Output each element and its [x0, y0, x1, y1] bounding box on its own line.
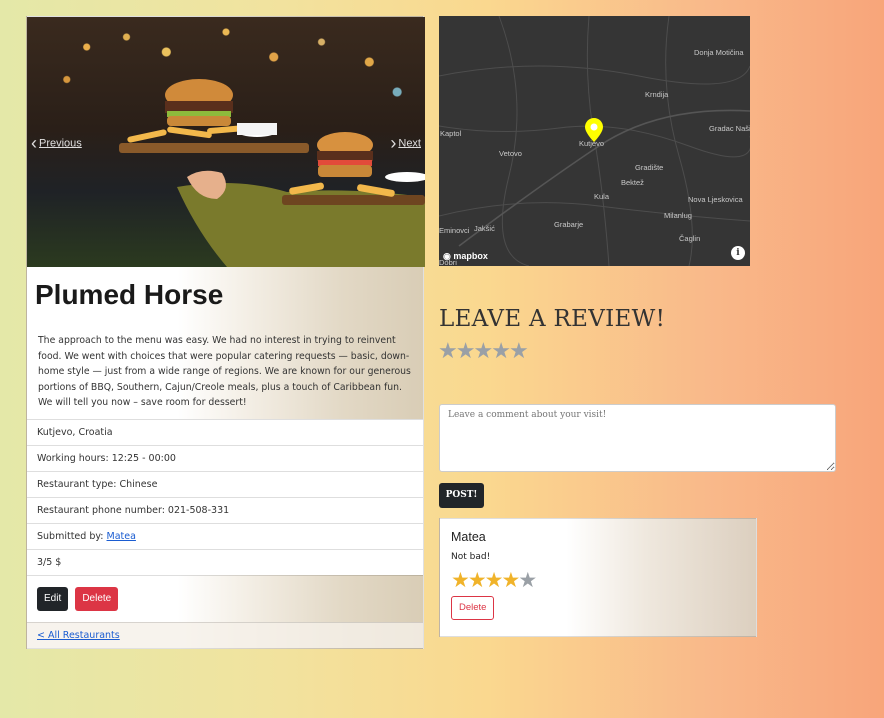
restaurant-working-hours: Working hours: 12:25 - 00:00	[27, 444, 423, 471]
chevron-right-icon: ›	[390, 133, 397, 153]
submitted-by-prefix: Submitted by:	[37, 530, 107, 542]
restaurant-description: The approach to the menu was easy. We ha…	[38, 335, 411, 408]
card-actions: Edit Delete	[27, 574, 423, 622]
mapbox-logo: ◉ mapbox	[443, 251, 488, 262]
map-label: Milanlug	[664, 211, 692, 220]
carousel-next-button[interactable]: › Next	[390, 133, 421, 154]
map-label: Gradište	[635, 163, 664, 172]
star-icon[interactable]: ★	[456, 339, 476, 364]
comment-input[interactable]	[439, 404, 836, 472]
image-carousel: ‹ Previous › Next	[27, 17, 425, 267]
map-label: Eminovci	[439, 226, 470, 235]
star-icon[interactable]: ★	[438, 339, 458, 364]
all-restaurants-link[interactable]: < All Restaurants	[37, 630, 120, 641]
review-author: Matea	[451, 530, 486, 544]
star-filled-icon: ★	[451, 568, 470, 592]
rating-input[interactable]: ★★★★★	[438, 339, 529, 364]
restaurant-photo	[119, 79, 425, 267]
restaurant-phone: Restaurant phone number: 021-508-331	[27, 496, 423, 523]
map-label: Čaglin	[679, 234, 701, 243]
review-heading: LEAVE A REVIEW!	[439, 306, 666, 332]
mapbox-brand-label: mapbox	[453, 251, 488, 261]
location-pin-icon[interactable]	[585, 118, 603, 142]
mapbox-brand-icon: ◉	[443, 251, 454, 261]
review-card: Matea Not bad! ★★★★★ Delete	[439, 518, 757, 637]
submitted-by-user-link[interactable]: Matea	[107, 531, 136, 542]
map-label: Krndija	[645, 90, 669, 99]
map-label: Nova Ljeskovica	[688, 195, 743, 204]
star-icon[interactable]: ★	[473, 339, 493, 364]
card-footer: < All Restaurants	[27, 621, 423, 648]
restaurant-submitted-by: Submitted by: Matea	[27, 522, 423, 549]
map-label: Grabarje	[554, 220, 584, 229]
review-text: Not bad!	[451, 552, 491, 562]
restaurant-price: 3/5 $	[27, 548, 423, 575]
carousel-previous-button[interactable]: ‹ Previous	[31, 133, 82, 154]
location-map[interactable]: Donja Motičina Krndija Kaptol Kutjevo Gr…	[439, 16, 750, 266]
chevron-left-icon: ‹	[31, 133, 37, 153]
map-label: Jakšić	[474, 224, 495, 233]
map-label: Bektež	[621, 178, 644, 187]
map-label: Donja Motičina	[694, 48, 744, 57]
map-label: Vetovo	[499, 149, 522, 158]
star-empty-icon: ★	[518, 568, 537, 592]
restaurant-card: ‹ Previous › Next Plumed Horse The approac…	[26, 16, 425, 649]
review-rating: ★★★★★	[451, 568, 745, 592]
edit-button[interactable]: Edit	[37, 586, 69, 611]
map-label: Kaptol	[440, 129, 462, 138]
carousel-next-label: Next	[398, 137, 421, 150]
star-icon[interactable]: ★	[491, 339, 511, 364]
star-filled-icon: ★	[484, 568, 504, 592]
star-filled-icon: ★	[467, 568, 487, 592]
star-filled-icon: ★	[501, 568, 520, 592]
restaurant-location: Kutjevo, Croatia	[27, 418, 423, 445]
restaurant-type: Restaurant type: Chinese	[27, 470, 423, 497]
star-icon[interactable]: ★	[509, 339, 529, 364]
delete-review-button[interactable]: Delete	[451, 596, 495, 620]
card-body: Plumed Horse The approach to the menu wa…	[27, 267, 423, 419]
map-label: Kula	[594, 192, 610, 201]
delete-button[interactable]: Delete	[75, 586, 119, 611]
carousel-previous-label: Previous	[39, 137, 82, 150]
info-icon[interactable]: i	[731, 246, 745, 260]
map-label: Gradac Našic	[709, 124, 750, 133]
restaurant-name: Plumed Horse	[35, 279, 224, 310]
post-review-button[interactable]: POST!	[439, 483, 484, 508]
